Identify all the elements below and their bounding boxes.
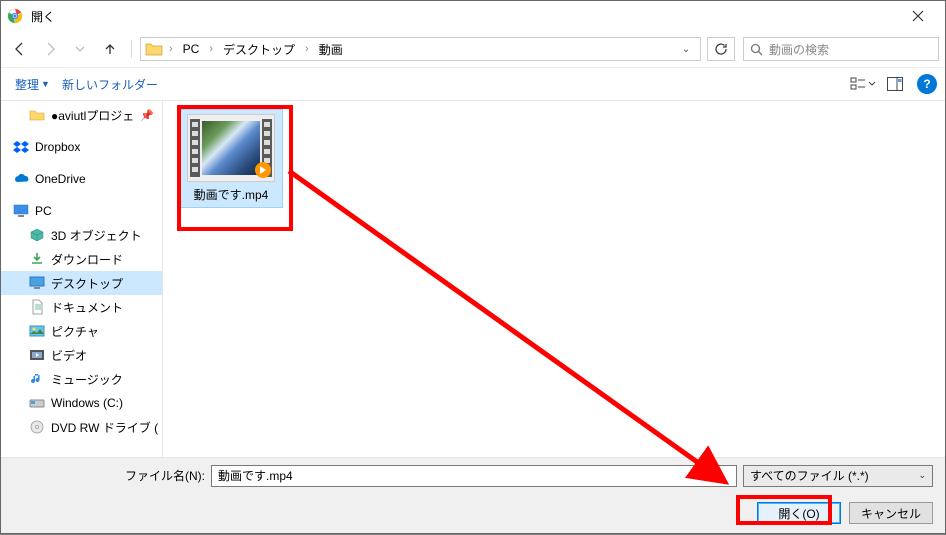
- help-button[interactable]: ?: [917, 74, 937, 94]
- cancel-button[interactable]: キャンセル: [849, 502, 933, 524]
- dialog-title: 開く: [31, 8, 897, 25]
- tree-item-windows-c[interactable]: Windows (C:): [1, 391, 162, 415]
- file-open-dialog: 開く › PC › デスクトップ › 動画 ⌄: [0, 0, 946, 534]
- downloads-icon: [29, 251, 45, 267]
- breadcrumb-pc[interactable]: PC: [179, 40, 204, 58]
- folder-icon: [145, 41, 163, 57]
- file-list-area[interactable]: 動画です.mp4: [163, 101, 945, 457]
- tree-item-3d-objects[interactable]: 3D オブジェクト: [1, 223, 162, 247]
- pin-icon: 📌: [140, 109, 154, 122]
- filename-input[interactable]: [211, 465, 737, 487]
- desktop-icon: [29, 275, 45, 291]
- chevron-right-icon: ›: [209, 43, 213, 55]
- organize-menu[interactable]: 整理▼: [9, 72, 56, 97]
- close-button[interactable]: [897, 2, 939, 30]
- refresh-button[interactable]: [707, 37, 735, 61]
- chevron-down-icon: [868, 80, 876, 88]
- file-item-video[interactable]: 動画です.mp4: [179, 109, 283, 208]
- preview-pane-button[interactable]: [879, 72, 911, 96]
- title-bar: 開く: [1, 1, 945, 31]
- pc-icon: [13, 203, 29, 219]
- tree-item-music[interactable]: ミュージック: [1, 367, 162, 391]
- nav-bar: › PC › デスクトップ › 動画 ⌄ 動画の検索: [1, 31, 945, 67]
- music-icon: [29, 371, 45, 387]
- chevron-down-icon: ▼: [41, 79, 50, 89]
- back-button[interactable]: [7, 36, 33, 62]
- open-button[interactable]: 開く(O): [757, 502, 841, 524]
- tree-item-documents[interactable]: ドキュメント: [1, 295, 162, 319]
- onedrive-icon: [13, 171, 29, 187]
- tree-item-pc[interactable]: PC: [1, 199, 162, 223]
- tree-item-desktop[interactable]: デスクトップ: [1, 271, 162, 295]
- toolbar: 整理▼ 新しいフォルダー ?: [1, 67, 945, 101]
- tree-item-onedrive[interactable]: OneDrive: [1, 167, 162, 191]
- search-placeholder: 動画の検索: [769, 41, 829, 58]
- navigation-tree[interactable]: ●aviutlプロジェ📌 Dropbox OneDrive PC 3D オブジェ…: [1, 101, 163, 457]
- search-icon: [750, 43, 763, 56]
- up-button[interactable]: [97, 36, 123, 62]
- address-dropdown[interactable]: ⌄: [676, 44, 696, 55]
- nav-separator: [131, 40, 132, 58]
- recent-dropdown[interactable]: [67, 36, 93, 62]
- filetype-select[interactable]: すべてのファイル (*.*) ⌄: [743, 465, 933, 487]
- 3d-objects-icon: [29, 227, 45, 243]
- search-input[interactable]: 動画の検索: [743, 37, 939, 61]
- documents-icon: [29, 299, 45, 315]
- new-folder-button[interactable]: 新しいフォルダー: [56, 72, 164, 97]
- tree-item-aviutl[interactable]: ●aviutlプロジェ📌: [1, 103, 162, 127]
- chevron-right-icon: ›: [169, 43, 173, 55]
- folder-icon: [29, 107, 45, 123]
- file-name-label: 動画です.mp4: [194, 186, 269, 203]
- tree-item-downloads[interactable]: ダウンロード: [1, 247, 162, 271]
- forward-button[interactable]: [37, 36, 63, 62]
- dropbox-icon: [13, 139, 29, 155]
- drive-icon: [29, 395, 45, 411]
- chrome-icon: [7, 8, 23, 24]
- video-thumbnail: [187, 114, 275, 182]
- chevron-down-icon: ⌄: [918, 470, 926, 481]
- tree-item-pictures[interactable]: ピクチャ: [1, 319, 162, 343]
- button-row: 開く(O) キャンセル: [1, 493, 945, 533]
- view-options-button[interactable]: [847, 72, 879, 96]
- tree-item-videos[interactable]: ビデオ: [1, 343, 162, 367]
- breadcrumb-desktop[interactable]: デスクトップ: [219, 39, 299, 60]
- play-icon: [255, 162, 271, 178]
- filename-row: ファイル名(N): すべてのファイル (*.*) ⌄: [1, 457, 945, 493]
- breadcrumb-leaf[interactable]: 動画: [315, 39, 347, 60]
- pictures-icon: [29, 323, 45, 339]
- tree-item-dvd[interactable]: DVD RW ドライブ (: [1, 415, 162, 439]
- address-bar[interactable]: › PC › デスクトップ › 動画 ⌄: [140, 37, 701, 61]
- filename-label: ファイル名(N):: [125, 467, 205, 484]
- chevron-right-icon: ›: [305, 43, 309, 55]
- main-area: ●aviutlプロジェ📌 Dropbox OneDrive PC 3D オブジェ…: [1, 101, 945, 457]
- dvd-icon: [29, 419, 45, 435]
- videos-icon: [29, 347, 45, 363]
- tree-item-dropbox[interactable]: Dropbox: [1, 135, 162, 159]
